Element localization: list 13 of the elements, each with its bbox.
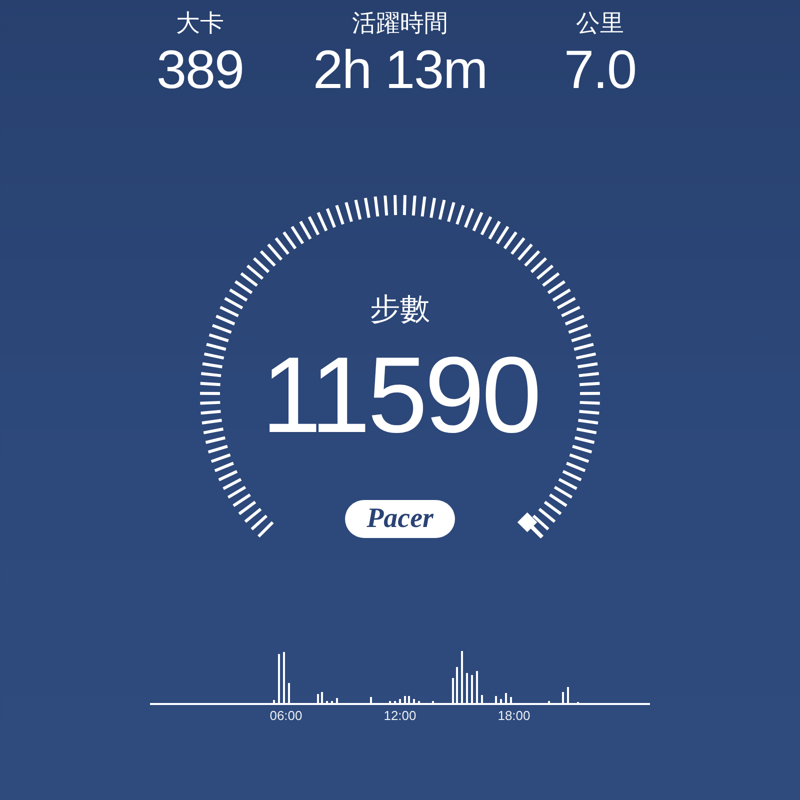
- time-axis-label: 06:00: [270, 708, 302, 724]
- time-axis-label: 12:00: [384, 708, 416, 724]
- pacer-logo: Pacer: [344, 500, 456, 538]
- gauge-marker-icon: [517, 512, 544, 539]
- stat-value: 389: [156, 40, 244, 100]
- step-count: 11590: [261, 336, 539, 454]
- gauge-label: 步數: [370, 292, 430, 328]
- stat-label: 大卡: [176, 9, 224, 39]
- stat-value: 7.0: [564, 40, 636, 100]
- stat-label: 活躍時間: [352, 9, 448, 39]
- stat-value: 2h 13m: [312, 40, 488, 100]
- stat-label: 公里: [576, 9, 624, 39]
- time-axis-label: 18:00: [498, 708, 530, 724]
